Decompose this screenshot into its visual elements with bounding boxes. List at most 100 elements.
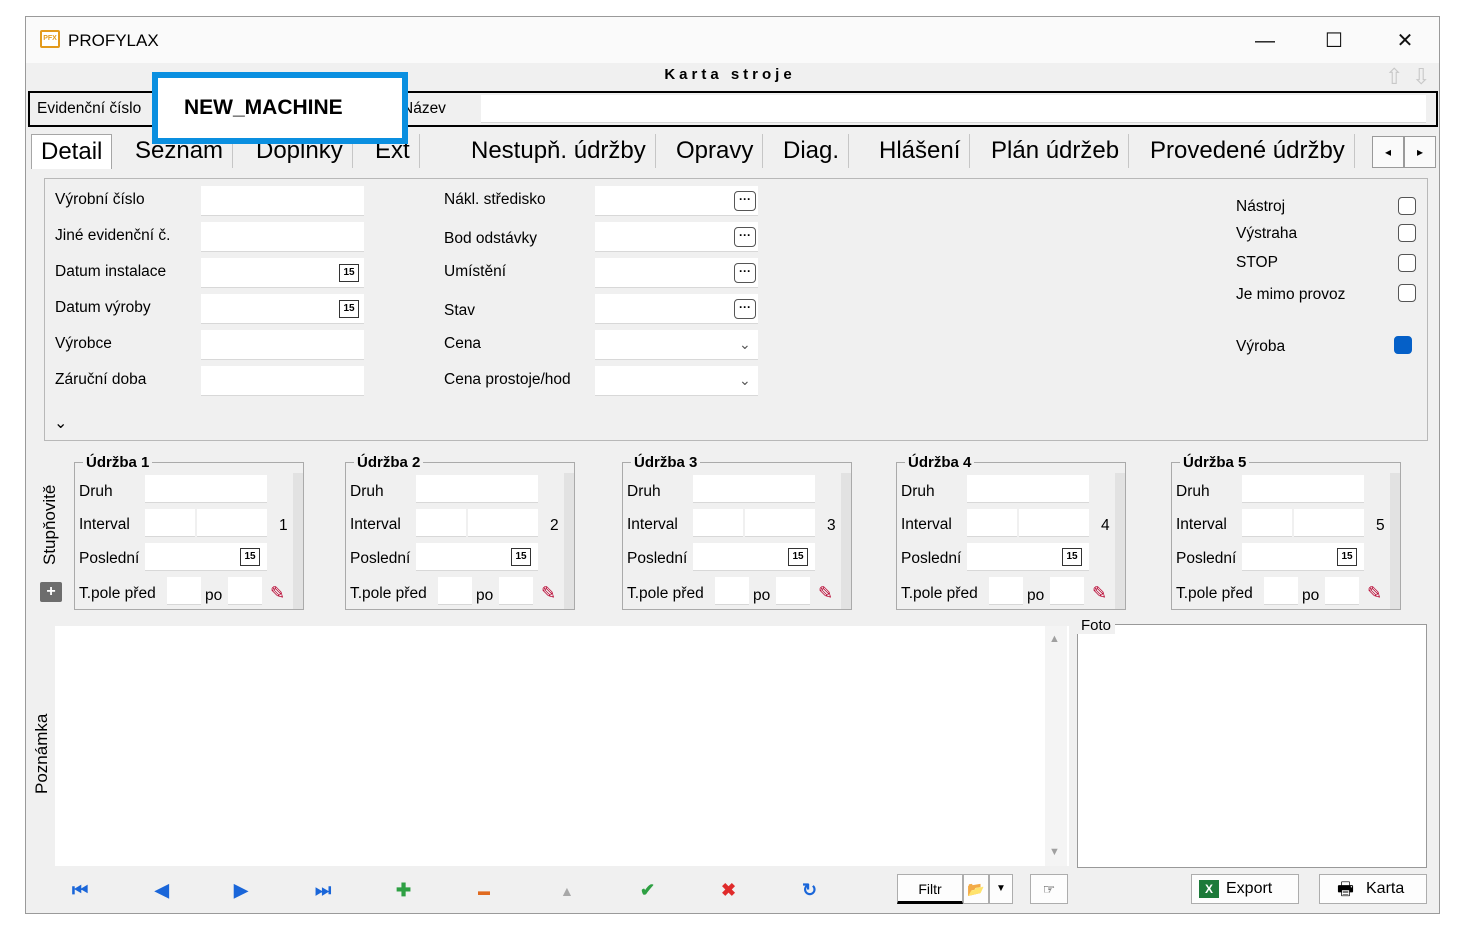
eraser-icon[interactable]: ✎ [541,583,556,604]
prev-record-icon[interactable]: ◀ [155,880,169,901]
evidencni-input[interactable]: NEW_MACHINE [184,96,343,120]
vyrobce-input[interactable] [201,330,364,360]
tpole-pred-input[interactable] [438,577,472,605]
interval-input[interactable] [967,509,1017,537]
move-up-icon[interactable]: ▲ [560,883,574,899]
tab-detail[interactable]: Detail [31,134,113,169]
more-dots-icon[interactable]: ··· [734,299,756,319]
tpole-po-input[interactable] [1325,577,1359,605]
calendar-icon[interactable]: 15 [339,300,359,318]
cena-label: Cena [444,335,482,352]
posledni-label: Poslední [79,550,140,567]
interval-input[interactable] [1242,509,1292,537]
more-dots-icon[interactable]: ··· [734,191,756,211]
tpole-po-input[interactable] [228,577,262,605]
tab-opravy[interactable]: Opravy [667,134,764,168]
last-record-icon[interactable]: ⏭ [315,880,331,901]
druh-input[interactable] [145,475,267,503]
interval-unit-input[interactable] [468,509,538,537]
po-label: po [753,587,771,604]
interval-unit-input[interactable] [197,509,267,537]
tab-provedene-udrzby[interactable]: Provedené údržby [1141,134,1355,168]
first-record-icon[interactable]: ⏮ [72,880,88,901]
mimo-provoz-checkbox[interactable] [1398,284,1416,302]
calendar-icon[interactable]: 15 [788,548,808,566]
cena-prostoje-select[interactable] [595,366,758,396]
interval-input[interactable] [145,509,195,537]
close-button[interactable]: ✕ [1385,28,1425,54]
next-record-icon[interactable]: ▶ [234,880,248,901]
tpole-pred-input[interactable] [167,577,201,605]
minimize-button[interactable]: — [1245,28,1285,54]
druh-input[interactable] [1242,475,1364,503]
plus-icon[interactable]: + [40,582,62,602]
vystraha-checkbox[interactable] [1398,224,1416,242]
vyroba-checkbox[interactable] [1394,336,1412,354]
stop-checkbox[interactable] [1398,254,1416,272]
chevron-down-icon[interactable]: ⌄ [739,372,751,389]
calendar-icon[interactable]: 15 [339,264,359,282]
druh-input[interactable] [967,475,1089,503]
more-dots-icon[interactable]: ··· [734,227,756,247]
interval-unit-input[interactable] [1294,509,1364,537]
cena-select[interactable] [595,330,758,360]
tpole-pred-input[interactable] [715,577,749,605]
druh-input[interactable] [416,475,538,503]
tab-scroll-right-icon[interactable]: ▸ [1404,136,1436,168]
jine-evidencni-input[interactable] [201,222,364,252]
interval-unit-input[interactable] [1019,509,1089,537]
eraser-icon[interactable]: ✎ [1367,583,1382,604]
zarucni-doba-input[interactable] [201,366,364,396]
notes-scrollbar[interactable] [1045,626,1067,866]
tpole-po-input[interactable] [1050,577,1084,605]
tpole-pred-input[interactable] [1264,577,1298,605]
refresh-icon[interactable]: ↻ [802,880,817,901]
druh-input[interactable] [693,475,815,503]
chevron-down-icon[interactable]: ⌄ [739,336,751,353]
calendar-icon[interactable]: 15 [511,548,531,566]
tab-diag[interactable]: Diag. [774,134,850,168]
interval-unit-input[interactable] [745,509,815,537]
interval-input[interactable] [693,509,743,537]
tpole-po-input[interactable] [499,577,533,605]
confirm-icon[interactable]: ✔ [640,880,655,901]
tpole-label: T.pole před [1176,585,1253,602]
maximize-button[interactable]: ☐ [1314,28,1354,54]
cancel-icon[interactable]: ✖ [721,880,736,901]
tpole-pred-input[interactable] [989,577,1023,605]
filtr-button[interactable]: Filtr [897,874,963,904]
calendar-icon[interactable]: 15 [240,548,260,566]
delete-record-icon[interactable]: ▬ [478,884,490,898]
dropdown-arrow-icon[interactable]: ▼ [989,874,1013,904]
folder-open-icon[interactable]: 📂 [963,874,989,904]
calendar-icon[interactable]: 15 [1337,548,1357,566]
tab-nestupnove-udrzby[interactable]: Nestupň. údržby [462,134,656,168]
nazev-input[interactable] [481,95,1426,123]
eraser-icon[interactable]: ✎ [270,583,285,604]
more-dots-icon[interactable]: ··· [734,263,756,283]
window-title: PROFYLAX [68,31,159,50]
tab-plan-udrzeb[interactable]: Plán údržeb [982,134,1130,168]
add-record-icon[interactable]: ✚ [396,880,411,901]
eraser-icon[interactable]: ✎ [1092,583,1107,604]
nastroj-checkbox[interactable] [1398,197,1416,215]
druh-label: Druh [901,483,935,500]
poznamka-textarea[interactable] [55,626,1069,866]
arrow-up-icon[interactable]: ⇧ [1385,64,1403,90]
expand-chevron-icon[interactable]: ⌄ [54,413,67,433]
pointer-icon[interactable]: ☞ [1030,874,1068,904]
scroll-down-icon[interactable]: ▼ [1049,846,1060,858]
tab-scroll-left-icon[interactable]: ◂ [1372,136,1404,168]
tab-hlaseni[interactable]: Hlášení [870,134,971,168]
tpole-po-input[interactable] [776,577,810,605]
interval-input[interactable] [416,509,466,537]
druh-label: Druh [350,483,384,500]
eraser-icon[interactable]: ✎ [818,583,833,604]
foto-box[interactable] [1077,624,1427,868]
vyrobni-cislo-input[interactable] [201,186,364,216]
scroll-up-icon[interactable]: ▲ [1049,633,1060,645]
karta-button[interactable]: Karta [1319,874,1427,904]
zarucni-doba-label: Záruční doba [55,371,147,388]
arrow-down-icon[interactable]: ⇩ [1412,64,1430,90]
calendar-icon[interactable]: 15 [1062,548,1082,566]
